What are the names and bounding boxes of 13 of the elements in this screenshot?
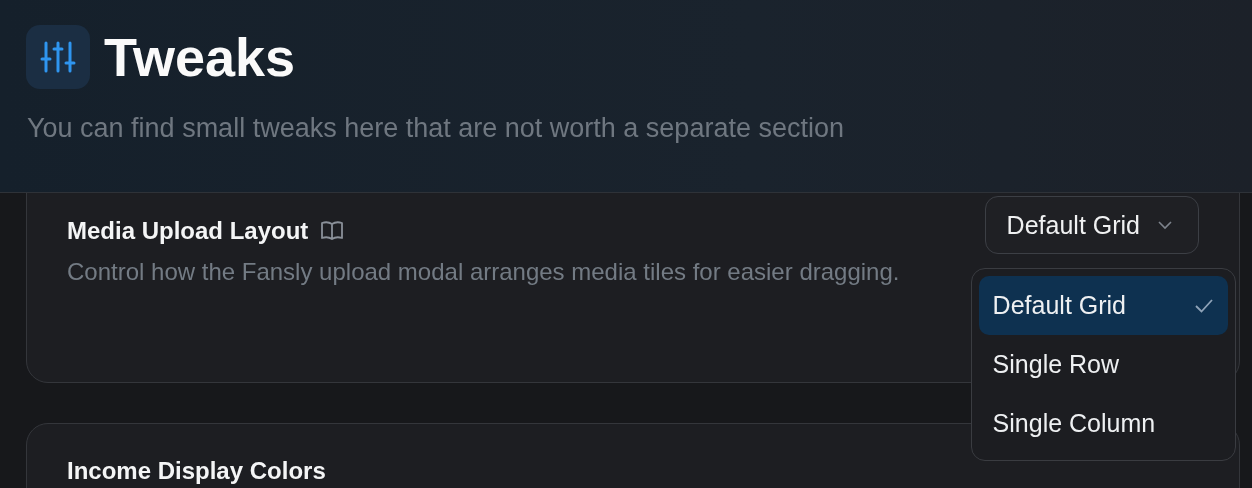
book-icon[interactable] [320, 220, 345, 242]
sliders-icon [26, 25, 90, 89]
dropdown-option[interactable]: Single Column [978, 394, 1228, 453]
dropdown-option[interactable]: Default Grid [978, 276, 1228, 335]
dropdown-option[interactable]: Single Row [978, 335, 1228, 394]
check-icon [1193, 297, 1214, 314]
setting-description: Control how the Fansly upload modal arranges media tiles for easier dragging. [67, 257, 901, 287]
page-subtitle: You can find small tweaks here that are not worth a separate section [27, 112, 845, 145]
setting-title: Media Upload Layout [67, 216, 309, 246]
page-title: Tweaks [104, 26, 296, 89]
layout-select[interactable]: Default Grid [984, 196, 1199, 254]
chevron-down-icon [1158, 220, 1172, 230]
setting-title: Income Display Colors [67, 456, 326, 486]
